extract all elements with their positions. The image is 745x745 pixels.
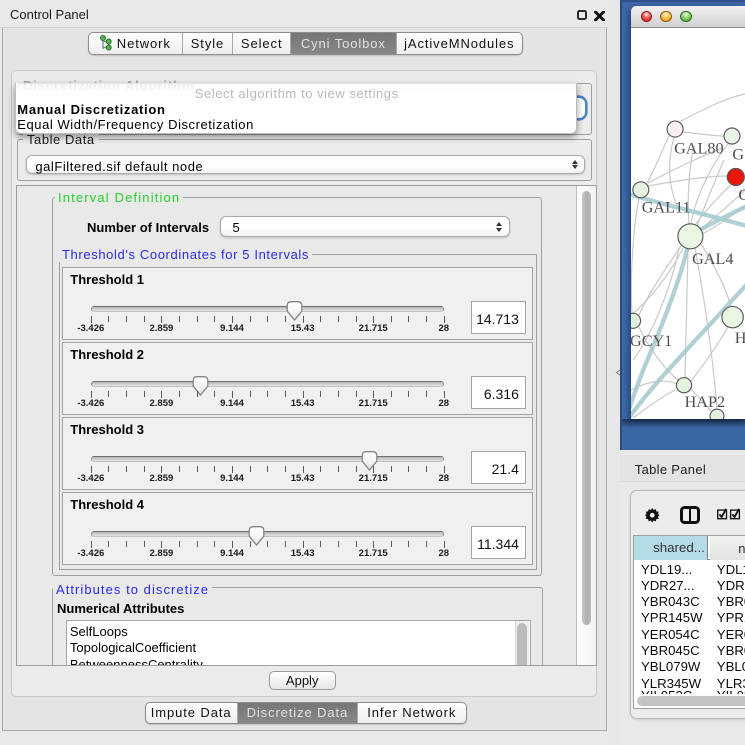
svg-text:G.: G. [733,146,745,164]
svg-text:GAL11: GAL11 [642,198,691,216]
svg-text:GCY1: GCY1 [631,332,672,350]
svg-text:GAL4: GAL4 [692,250,733,268]
svg-text:C: C [739,186,745,204]
svg-text:GAL80: GAL80 [674,139,723,157]
svg-text:H: H [735,329,745,347]
svg-text:HAP2: HAP2 [685,393,725,411]
